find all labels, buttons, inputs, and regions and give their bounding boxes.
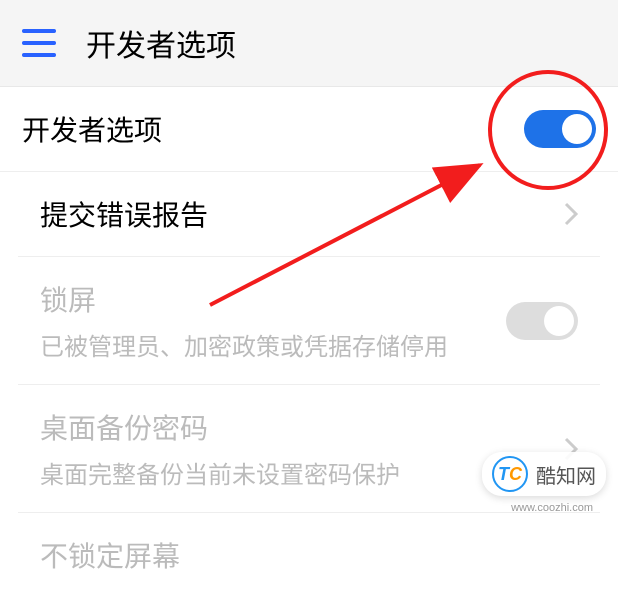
setting-label: 开发者选项 [22,109,524,149]
chevron-right-icon [564,202,578,226]
hamburger-menu-icon[interactable] [22,29,56,57]
setting-label: 桌面备份密码 [40,407,564,447]
watermark-logo-icon: TC [492,456,528,492]
watermark: TC 酷知网 [482,452,606,496]
setting-label: 提交错误报告 [40,194,564,234]
header: 开发者选项 [0,0,618,86]
page-title: 开发者选项 [86,21,236,65]
lock-screen-toggle [506,302,578,340]
lock-screen-row: 锁屏 已被管理员、加密政策或凭据存储停用 [18,257,600,385]
settings-list: 开发者选项 提交错误报告 锁屏 已被管理员、加密政策或凭据存储停用 桌面备份密码… [0,86,618,597]
bug-report-row[interactable]: 提交错误报告 [18,172,600,257]
watermark-name: 酷知网 [536,460,596,489]
setting-subtitle: 已被管理员、加密政策或凭据存储停用 [40,327,506,362]
developer-options-toggle[interactable] [524,110,596,148]
stay-awake-row[interactable]: 不锁定屏幕 [18,513,600,597]
setting-label: 锁屏 [40,279,506,319]
setting-label: 不锁定屏幕 [40,535,578,575]
watermark-url: www.coozhi.com [511,502,593,514]
developer-options-row[interactable]: 开发者选项 [0,87,618,172]
